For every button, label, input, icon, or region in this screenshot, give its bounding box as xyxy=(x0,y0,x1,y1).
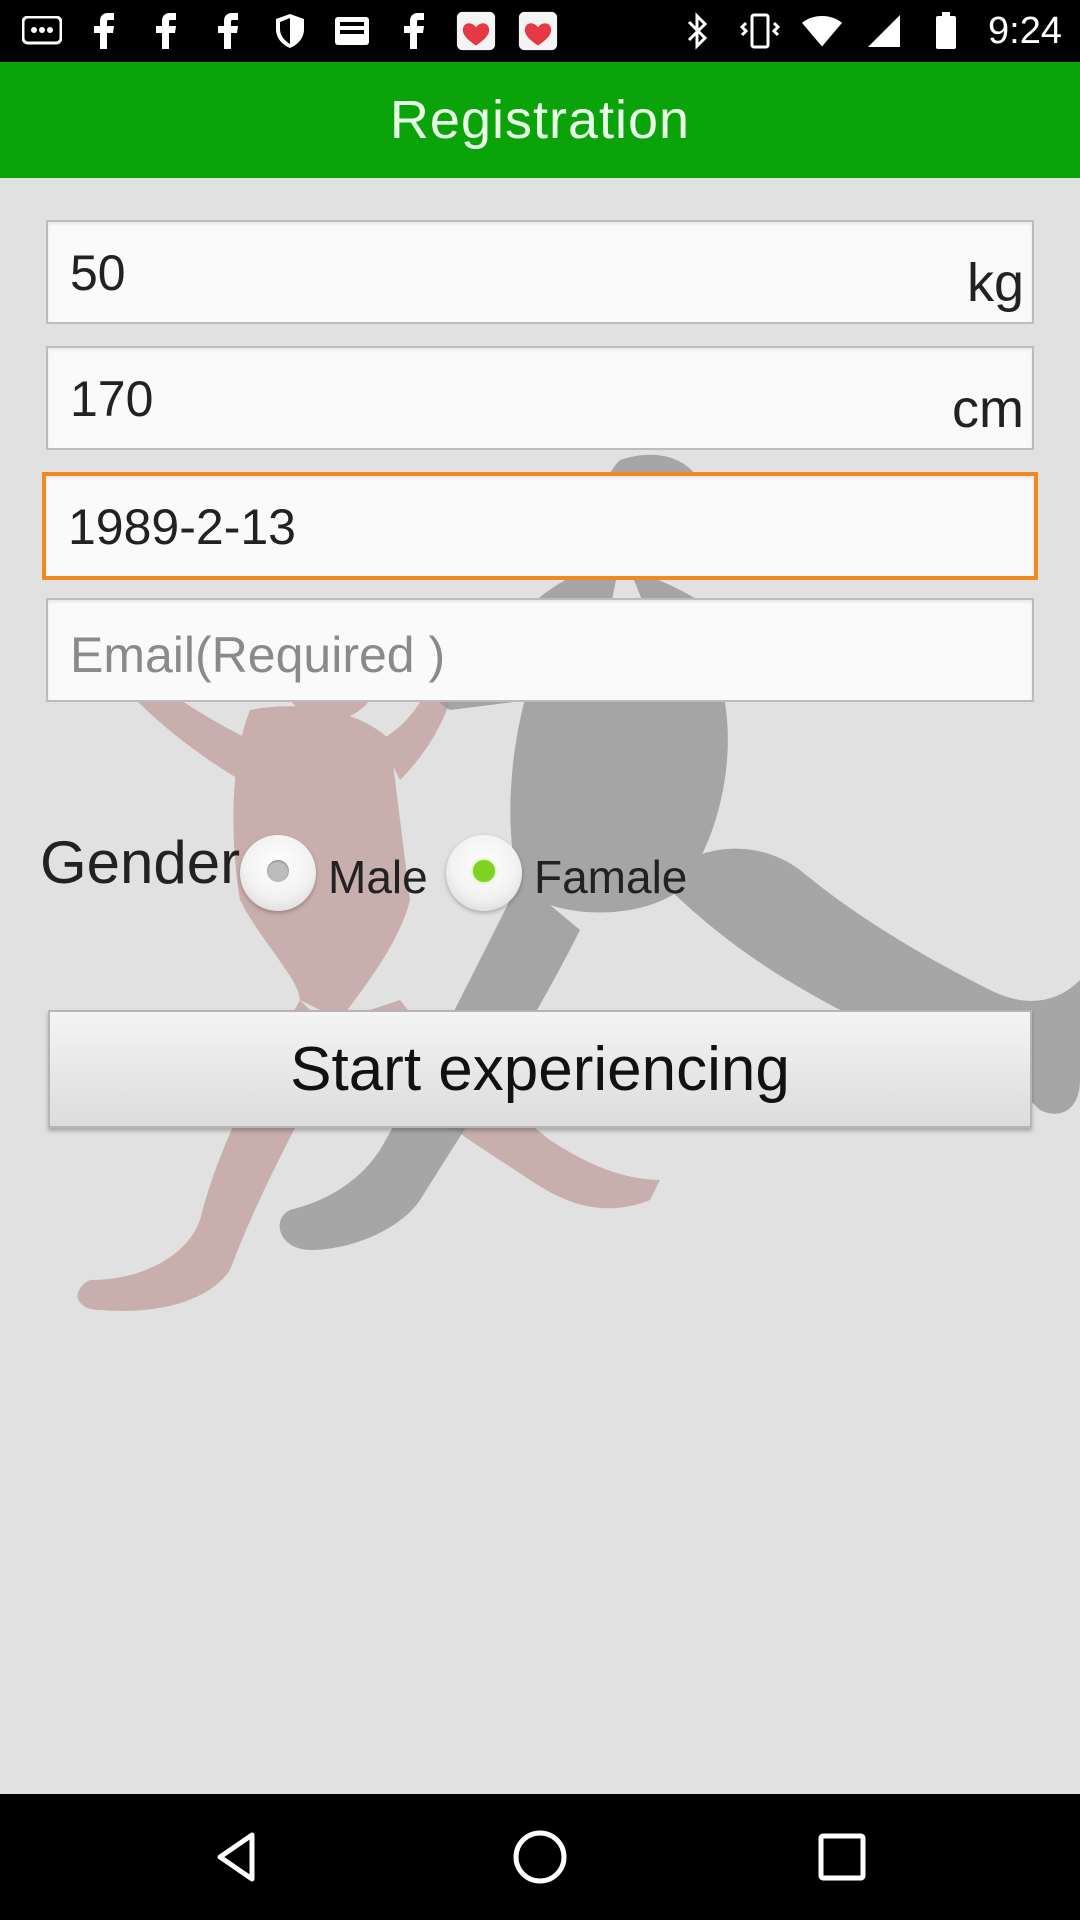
message-dots-icon xyxy=(22,11,62,51)
app-header: Registration xyxy=(0,62,1080,178)
height-field[interactable]: 170 cm xyxy=(46,346,1034,450)
fb-icon xyxy=(208,11,248,51)
home-icon[interactable] xyxy=(510,1827,570,1887)
birthdate-field[interactable]: 1989-2-13 xyxy=(42,472,1038,580)
gender-label: Gender xyxy=(40,829,241,896)
battery-icon xyxy=(926,11,966,51)
gender-row: Gender Male Famale xyxy=(40,828,1080,918)
height-unit: cm xyxy=(952,379,1024,439)
weight-value: 50 xyxy=(70,245,126,301)
vibrate-icon xyxy=(740,11,781,51)
start-experiencing-button[interactable]: Start experiencing xyxy=(48,1010,1032,1128)
gender-male-label: Male xyxy=(328,851,428,903)
birthdate-value: 1989-2-13 xyxy=(68,499,296,555)
fb-icon xyxy=(146,11,186,51)
weight-field[interactable]: 50 kg xyxy=(46,220,1034,324)
shield-icon xyxy=(270,11,310,51)
height-value: 170 xyxy=(70,371,154,427)
status-time: 9:24 xyxy=(988,9,1062,52)
fast-meet-app-icon xyxy=(518,11,558,51)
fast-meet-app-icon xyxy=(456,11,496,51)
bluetooth-icon xyxy=(678,11,718,51)
email-field[interactable]: Email(Required ) xyxy=(46,598,1034,702)
navigation-bar xyxy=(0,1794,1080,1920)
gender-female-radio[interactable]: Famale xyxy=(446,828,687,918)
inbox-icon xyxy=(332,11,372,51)
start-button-label: Start experiencing xyxy=(290,1034,790,1104)
status-bar: 9:24 xyxy=(0,0,1080,62)
recents-icon[interactable] xyxy=(812,1827,872,1887)
email-placeholder: Email(Required ) xyxy=(70,627,446,683)
fb-icon xyxy=(84,11,124,51)
wifi-icon xyxy=(802,11,843,51)
cellular-signal-icon xyxy=(864,11,904,51)
gender-male-radio[interactable]: Male xyxy=(240,828,428,918)
gender-female-label: Famale xyxy=(534,851,688,903)
page-title: Registration xyxy=(389,90,691,150)
fb-icon xyxy=(394,11,434,51)
radio-selected-icon xyxy=(446,835,522,911)
radio-unselected-icon xyxy=(240,835,316,911)
back-icon[interactable] xyxy=(208,1827,268,1887)
weight-unit: kg xyxy=(966,253,1024,313)
